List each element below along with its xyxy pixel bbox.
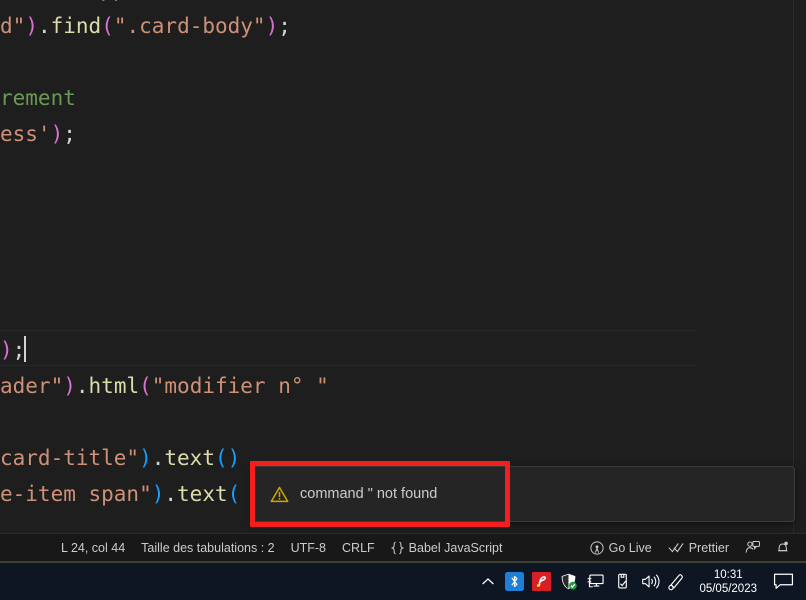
status-item-notifications[interactable] <box>768 536 798 560</box>
code-line[interactable]: card-title").text() <box>0 440 240 476</box>
code-token: ".card-body" <box>113 14 266 38</box>
code-token: "modifier n° " <box>151 374 329 398</box>
code-token: find <box>50 14 102 38</box>
editor-text-surface[interactable]: // commentaired").find(".card-body");rem… <box>0 0 793 533</box>
code-token: ess' <box>0 122 51 146</box>
status-item-editor-position[interactable]: L 24, col 44 <box>53 536 133 560</box>
language-mode-label: Babel JavaScript <box>408 540 503 555</box>
code-token: ) <box>50 122 64 146</box>
editor-minimap[interactable] <box>793 0 806 533</box>
code-token: ( <box>214 446 228 470</box>
code-token: ; <box>278 14 291 38</box>
code-token: ) <box>265 14 279 38</box>
bluetooth-icon[interactable] <box>501 565 528 599</box>
code-token: ) <box>25 14 38 38</box>
braces-icon <box>390 541 405 555</box>
screen: // commentaired").find(".card-body");rem… <box>0 0 806 600</box>
code-token: ) <box>63 374 76 398</box>
status-bar: L 24, col 44 Taille des tabulations : 2 … <box>0 533 806 561</box>
status-item-encoding[interactable]: UTF-8 <box>283 536 334 560</box>
bell-dot-icon <box>776 540 790 555</box>
code-line[interactable]: e-item span").text( <box>0 476 240 512</box>
notification-toast[interactable]: command " not found <box>253 466 795 522</box>
code-token: . <box>151 446 165 470</box>
code-token: ( <box>227 482 241 506</box>
code-token: text <box>164 446 215 470</box>
broadcast-icon <box>590 540 604 555</box>
status-bar-right: Go Live Prettier <box>582 536 806 560</box>
status-item-feedback[interactable] <box>737 536 768 560</box>
speaker-icon[interactable] <box>636 565 663 599</box>
code-token: ) <box>227 446 241 470</box>
usb-eject-icon[interactable] <box>609 565 636 599</box>
code-token: ader" <box>0 374 64 398</box>
go-live-label: Go Live <box>608 540 652 555</box>
code-token: ) <box>139 446 152 470</box>
code-token: e-item span" <box>0 482 152 506</box>
clock-date: 05/05/2023 <box>699 582 757 595</box>
code-token: rement <box>0 86 76 110</box>
status-item-eol[interactable]: CRLF <box>334 536 383 560</box>
code-token: ( <box>139 374 152 398</box>
code-token: card-title" <box>0 446 140 470</box>
status-item-go-live[interactable]: Go Live <box>582 536 660 560</box>
clock-time: 10:31 <box>713 568 743 581</box>
code-token: . <box>37 14 51 38</box>
notification-message: command " not found <box>300 486 438 502</box>
current-line-highlight <box>0 330 697 366</box>
taskbar-clock[interactable]: 10:31 05/05/2023 <box>690 565 766 599</box>
code-line[interactable]: ess'); <box>0 116 76 152</box>
code-token: . <box>164 482 178 506</box>
encoding-label: UTF-8 <box>290 540 327 555</box>
code-line[interactable]: rement <box>0 80 76 116</box>
code-token: // commentaire <box>101 0 278 4</box>
network-monitor-icon[interactable] <box>582 565 609 599</box>
action-center-button[interactable] <box>766 565 800 599</box>
code-token: ( <box>101 14 114 38</box>
status-item-tab-size[interactable]: Taille des tabulations : 2 <box>133 536 282 560</box>
code-line[interactable]: ); <box>0 332 25 368</box>
code-token: ; <box>63 122 76 146</box>
code-token: html <box>88 374 140 398</box>
code-token: ) <box>151 482 165 506</box>
system-tray: 10:31 05/05/2023 <box>474 565 806 599</box>
editor-position-label: L 24, col 44 <box>61 540 126 555</box>
code-token: d <box>0 14 13 38</box>
code-editor[interactable]: // commentaired").find(".card-body");rem… <box>0 0 806 533</box>
code-token: text <box>177 482 228 506</box>
text-cursor <box>24 336 26 362</box>
shield-check-icon[interactable] <box>555 565 582 599</box>
status-bar-left: L 24, col 44 Taille des tabulations : 2 … <box>0 536 510 560</box>
status-item-language-mode[interactable]: Babel JavaScript <box>383 536 511 560</box>
double-check-icon <box>668 541 684 554</box>
warning-triangle-icon <box>270 485 289 504</box>
tab-size-label: Taille des tabulations : 2 <box>141 540 275 555</box>
code-token: . <box>75 374 89 398</box>
code-token: " <box>12 14 26 38</box>
code-line[interactable]: ader").html("modifier n° " <box>0 368 329 404</box>
feedback-person-icon <box>745 540 760 555</box>
antivirus-icon[interactable] <box>528 565 555 599</box>
status-item-prettier[interactable]: Prettier <box>660 536 737 560</box>
windows-taskbar: 10:31 05/05/2023 <box>0 563 806 600</box>
pen-icon[interactable] <box>663 565 690 599</box>
show-hidden-icons-button[interactable] <box>474 565 501 599</box>
prettier-label: Prettier <box>688 540 729 555</box>
eol-label: CRLF <box>342 540 375 555</box>
code-token: ) <box>0 338 13 362</box>
code-line[interactable]: d").find(".card-body"); <box>0 8 291 44</box>
